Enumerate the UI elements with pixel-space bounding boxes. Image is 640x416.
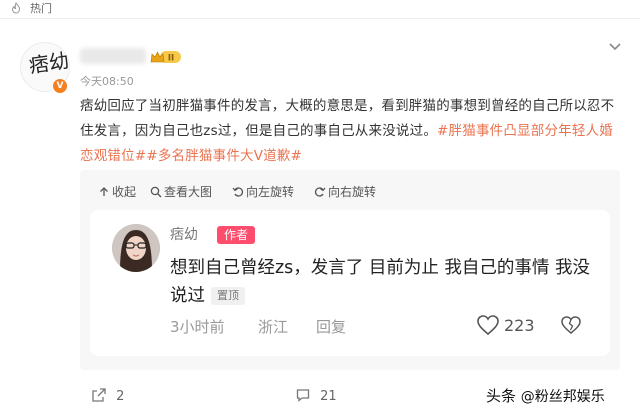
fire-icon bbox=[11, 2, 21, 14]
heart-icon bbox=[477, 315, 499, 336]
post-body: 痞幼回应了当初胖猫事件的发言，大概的意思是，看到胖猫的事想到曾经的自己所以忍不住… bbox=[80, 94, 620, 169]
share-count: 2 bbox=[116, 389, 125, 404]
rotate-left-button[interactable]: 向左旋转 bbox=[232, 184, 294, 200]
arrow-up-icon bbox=[100, 187, 108, 196]
watermark-source: 头条 bbox=[486, 387, 517, 405]
comment-body: 想到自己曾经zs，发言了 目前为止 我自己的事情 我没说过 置顶 bbox=[170, 254, 600, 310]
like-button[interactable]: 223 bbox=[476, 314, 535, 338]
hashtag-link[interactable]: #多名胖猫事件大V道歉# bbox=[146, 148, 302, 164]
like-count: 223 bbox=[504, 316, 535, 335]
rotate-right-icon bbox=[314, 187, 326, 197]
magnify-icon bbox=[150, 186, 162, 198]
collapse-button[interactable]: 收起 bbox=[98, 184, 136, 200]
post-timestamp: 今天08:50 bbox=[80, 75, 134, 88]
share-icon bbox=[92, 388, 106, 402]
hot-label: 热门 bbox=[30, 2, 52, 15]
broken-heart-icon[interactable] bbox=[560, 314, 582, 336]
vip-level-text: II bbox=[168, 54, 174, 64]
rotate-right-button[interactable]: 向右旋转 bbox=[314, 184, 376, 200]
source-watermark: 头条 @粉丝邦娱乐 bbox=[486, 386, 605, 407]
username-blurred[interactable] bbox=[80, 48, 146, 64]
comment-location: 浙江 bbox=[258, 318, 289, 336]
avatar-photo bbox=[112, 224, 160, 272]
watermark-account: @粉丝邦娱乐 bbox=[520, 389, 605, 405]
image-preview-panel: 收起 查看大图 向左旋转 向右旋转 痞幼 作者 想到自己曾经zs，发言了 目前为… bbox=[80, 170, 620, 370]
view-large-label: 查看大图 bbox=[164, 185, 213, 199]
comment-button[interactable]: 21 bbox=[296, 388, 337, 405]
vip-crown-badge: II bbox=[150, 51, 181, 64]
comment-count: 21 bbox=[320, 389, 337, 404]
collapse-label: 收起 bbox=[112, 185, 137, 199]
avatar-handwriting: 痞幼 bbox=[27, 48, 71, 78]
share-button[interactable]: 2 bbox=[92, 388, 124, 405]
reply-button[interactable]: 回复 bbox=[316, 317, 346, 337]
author-badge: 作者 bbox=[217, 226, 255, 244]
rotate-left-label: 向左旋转 bbox=[246, 185, 295, 199]
comment-author-avatar[interactable] bbox=[112, 224, 160, 272]
view-large-button[interactable]: 查看大图 bbox=[150, 184, 212, 200]
comment-author-name[interactable]: 痞幼 bbox=[170, 226, 198, 244]
hot-header: 热门 bbox=[0, 0, 640, 19]
rotate-left-icon bbox=[232, 187, 244, 197]
pinned-badge: 置顶 bbox=[211, 287, 245, 305]
comment-icon bbox=[296, 389, 310, 402]
comment-card: 痞幼 作者 想到自己曾经zs，发言了 目前为止 我自己的事情 我没说过 置顶 3小… bbox=[90, 210, 610, 356]
more-chevron-icon[interactable] bbox=[608, 42, 622, 52]
rotate-right-label: 向右旋转 bbox=[328, 185, 377, 199]
verified-badge: V bbox=[52, 78, 68, 94]
comment-time: 3小时前 bbox=[170, 318, 225, 336]
